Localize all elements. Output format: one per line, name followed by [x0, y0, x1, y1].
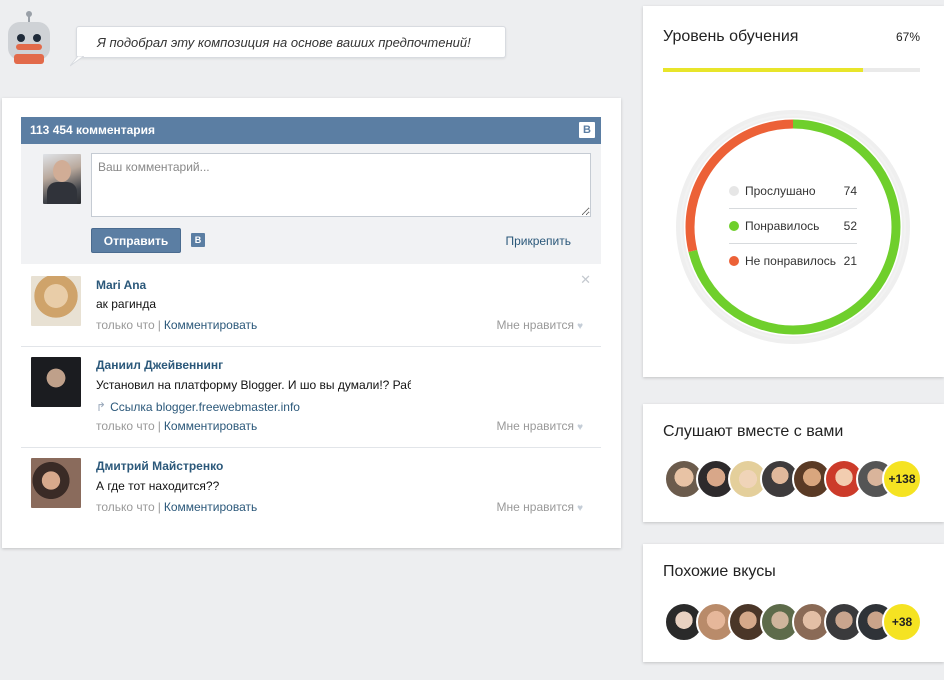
stat-value: 74 — [843, 184, 857, 198]
attach-link[interactable]: Прикрепить — [505, 234, 571, 248]
learning-progress-fill — [663, 68, 864, 72]
my-avatar[interactable] — [43, 154, 81, 204]
learning-progress-bar — [663, 68, 920, 72]
stat-value: 21 — [843, 254, 857, 268]
assistant-message: Я подобрал эту композиция на основе ваши… — [97, 35, 471, 50]
like-button[interactable]: Мне нравится ♥ — [497, 500, 583, 514]
comments-header: 113 454 комментария В — [21, 117, 601, 144]
more-tastes-badge[interactable]: +38 — [882, 602, 922, 642]
comment-compose: Отправить В Прикрепить — [21, 144, 601, 264]
stat-label: Понравилось — [745, 219, 820, 233]
vk-logo-icon[interactable]: В — [579, 122, 595, 138]
stat-listened: Прослушано 74 — [729, 174, 857, 208]
close-icon[interactable]: ✕ — [580, 272, 591, 288]
comment-time: только что — [96, 500, 155, 514]
like-button[interactable]: Мне нравится ♥ — [497, 419, 583, 433]
comment-avatar[interactable] — [31, 357, 81, 407]
stat-disliked: Не понравилось 21 — [729, 244, 857, 278]
reply-link[interactable]: Комментировать — [164, 318, 257, 332]
taste-avatars: +38 — [664, 602, 934, 642]
reply-link[interactable]: Комментировать — [164, 500, 257, 514]
comment-text: ак рагинда — [96, 297, 156, 311]
listening-title: Слушают вместе с вами — [663, 423, 844, 440]
comment-input[interactable] — [91, 153, 591, 217]
bubble-tail — [70, 56, 84, 67]
comment-avatar[interactable] — [31, 458, 81, 508]
listened-dot-icon — [729, 186, 739, 196]
like-label: Мне нравится — [496, 318, 575, 332]
comment-item: Дмитрий Майстренко А где тот находится??… — [21, 447, 601, 527]
similar-tastes-card: Похожие вкусы +38 — [643, 544, 944, 662]
vk-share-icon[interactable]: В — [191, 233, 205, 247]
tastes-title: Похожие вкусы — [663, 563, 776, 580]
stat-value: 52 — [843, 219, 857, 233]
like-label: Мне нравится — [496, 500, 575, 514]
stat-label: Не понравилось — [745, 254, 836, 268]
more-listeners-badge[interactable]: +138 — [882, 459, 922, 499]
assistant-message-bubble: Я подобрал эту композиция на основе ваши… — [76, 26, 506, 58]
comment-author[interactable]: Даниил Джейвеннинг — [96, 358, 223, 372]
comment-author[interactable]: Дмитрий Майстренко — [96, 459, 223, 473]
comment-item: Mari Ana ак рагинда только что | Комментир… — [21, 266, 601, 346]
heart-icon: ♥ — [577, 422, 583, 433]
learning-level-card: Уровень обучения 67% Прослушано 74 Понра… — [643, 6, 944, 377]
send-button[interactable]: Отправить — [91, 228, 181, 253]
heart-icon: ♥ — [577, 321, 583, 332]
disliked-dot-icon — [729, 256, 739, 266]
stat-label: Прослушано — [745, 184, 816, 198]
link-url[interactable]: blogger.freewebmaster.info — [156, 400, 300, 414]
listener-avatars: +138 — [664, 459, 934, 499]
comment-text: Установил на платформу Blogger. И шо вы … — [96, 378, 411, 392]
link-arrow-icon: ↱ — [96, 400, 107, 414]
comment-text: А где тот находится?? — [96, 479, 220, 493]
comments-widget: 113 454 комментария В Отправить В Прикре… — [2, 98, 621, 548]
robot-assistant-icon — [2, 10, 56, 68]
comment-meta: только что | Комментировать — [96, 318, 258, 332]
heart-icon: ♥ — [577, 503, 583, 514]
like-button[interactable]: Мне нравится ♥ — [497, 318, 583, 332]
comment-author[interactable]: Mari Ana — [96, 278, 146, 292]
like-label: Мне нравится — [496, 419, 575, 433]
comment-meta: только что | Комментировать — [96, 419, 258, 433]
comment-link[interactable]: ↱ Ссылка blogger.freewebmaster.info — [96, 400, 300, 414]
link-prefix: Ссылка — [110, 400, 153, 414]
liked-dot-icon — [729, 221, 739, 231]
comment-meta: только что | Комментировать — [96, 500, 258, 514]
reply-link[interactable]: Комментировать — [164, 419, 257, 433]
learning-title: Уровень обучения — [663, 28, 799, 45]
comment-time: только что — [96, 419, 155, 433]
stat-liked: Понравилось 52 — [729, 209, 857, 243]
comment-time: только что — [96, 318, 155, 332]
comment-avatar[interactable] — [31, 276, 81, 326]
comments-count: 113 454 комментария — [30, 123, 156, 137]
listening-together-card: Слушают вместе с вами +138 — [643, 404, 944, 522]
comment-item: Даниил Джейвеннинг Установил на платформ… — [21, 346, 601, 447]
learning-percent: 67% — [895, 30, 920, 44]
